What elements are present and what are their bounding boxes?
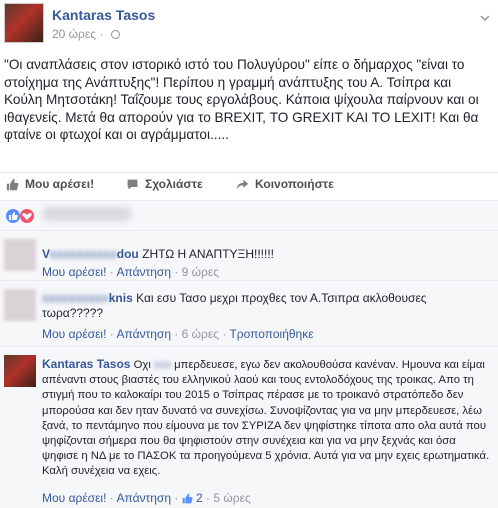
- comment-body: Kantaras Tasos Οχι xxx μπερδευεσε, εγω δ…: [42, 357, 490, 480]
- comment-footer: Μου αρέσει! · Απάντηση · 9 ώρες: [42, 265, 220, 279]
- post-time[interactable]: 20 ώρες: [52, 27, 96, 41]
- commenter-name-end[interactable]: knis: [109, 291, 133, 305]
- thumbs-up-icon: [182, 494, 193, 504]
- reactions-summary[interactable]: [0, 200, 498, 230]
- author-name[interactable]: Kantaras Tasos: [52, 7, 155, 23]
- share-label: Κοινοποιήστε: [255, 177, 334, 191]
- comment-item: Vxxxxxxxxxxdou ΖΗΤΩ Η ΑΝΑΠΤΥΞΗ!!!!!! Μου…: [0, 230, 498, 280]
- comment-footer: Μου αρέσει! · Απάντηση · 2 · 5 ώρες: [42, 491, 251, 505]
- comments-section: Vxxxxxxxxxxdou ΖΗΤΩ Η ΑΝΑΠΤΥΞΗ!!!!!! Μου…: [0, 230, 498, 508]
- comment-item: Kantaras Tasos Οχι xxx μπερδευεσε, εγω δ…: [0, 346, 498, 508]
- comment-time[interactable]: 5 ώρες: [213, 491, 250, 505]
- commenter-avatar[interactable]: [4, 355, 36, 387]
- commenter-name-end[interactable]: dou: [117, 247, 139, 261]
- comment-item: xxxxxxxxxxknis Και εσυ Τασο μεχρι προχθε…: [0, 280, 498, 346]
- comment-reply-link[interactable]: Απάντηση: [116, 265, 171, 279]
- like-label: Μου αρέσει!: [25, 177, 95, 191]
- thumbs-up-icon: [6, 178, 19, 190]
- comment-like-link[interactable]: Μου αρέσει!: [42, 491, 106, 505]
- comment-time[interactable]: 9 ώρες: [182, 265, 219, 279]
- commenter-name-redacted: xxxxxxxxxx: [50, 247, 117, 261]
- share-button[interactable]: Κοινοποιήστε: [236, 177, 334, 191]
- comment-body: xxxxxxxxxxknis Και εσυ Τασο μεχρι προχθε…: [42, 291, 490, 321]
- commenter-name-redacted: xxxxxxxxxx: [42, 291, 109, 305]
- comment-text-start: Οχι: [133, 359, 151, 371]
- reactors-names-redacted: [42, 207, 132, 221]
- post-text: "Οι αναπλάσεις στον ιστορικό ιστό του Πο…: [4, 57, 479, 142]
- like-button[interactable]: Μου αρέσει!: [6, 177, 94, 191]
- post-actions: Μου αρέσει! Σχολιάστε Κοινοποιήστε: [0, 172, 498, 194]
- comment-text: μπερδευεσε, εγω δεν ακολουθούσα κανέναν.…: [42, 359, 490, 478]
- share-icon: [236, 179, 249, 189]
- post-header: Kantaras Tasos 20 ώρες ·: [4, 3, 494, 45]
- likes-count-value: 2: [196, 491, 203, 505]
- comment-reply-link[interactable]: Απάντηση: [116, 327, 171, 341]
- commenter-avatar[interactable]: [4, 289, 36, 321]
- commenter-name-start[interactable]: V: [42, 247, 50, 261]
- post-meta: 20 ώρες ·: [52, 27, 120, 41]
- author-avatar[interactable]: [4, 3, 44, 43]
- comment-like-link[interactable]: Μου αρέσει!: [42, 327, 106, 341]
- globe-icon: [110, 30, 120, 40]
- comment-footer: Μου αρέσει! · Απάντηση · 6 ώρες · Τροποπ…: [42, 327, 314, 341]
- comment-label: Σχολιάστε: [145, 177, 203, 191]
- facebook-post: Kantaras Tasos 20 ώρες · "Οι αναπλάσεις …: [0, 0, 498, 508]
- commenter-avatar[interactable]: [4, 239, 36, 271]
- chevron-down-icon[interactable]: [480, 13, 490, 23]
- comment-time[interactable]: 6 ώρες: [182, 327, 219, 341]
- comment-button[interactable]: Σχολιάστε: [126, 177, 203, 191]
- commenter-name[interactable]: Kantaras Tasos: [42, 357, 130, 371]
- comment-icon: [127, 179, 138, 189]
- comment-edited-link[interactable]: Τροποποιήθηκε: [229, 327, 313, 341]
- comment-body: Vxxxxxxxxxxdou ΖΗΤΩ Η ΑΝΑΠΤΥΞΗ!!!!!!: [42, 247, 490, 262]
- comment-text: ΖΗΤΩ Η ΑΝΑΠΤΥΞΗ!!!!!!: [142, 247, 275, 261]
- comment-reply-link[interactable]: Απάντηση: [116, 491, 171, 505]
- comment-likes-count[interactable]: 2: [182, 491, 206, 505]
- like-reaction-icon: [6, 209, 20, 223]
- comment-text-redacted: xxx: [154, 359, 171, 371]
- love-reaction-icon: [20, 209, 34, 223]
- comment-like-link[interactable]: Μου αρέσει!: [42, 265, 106, 279]
